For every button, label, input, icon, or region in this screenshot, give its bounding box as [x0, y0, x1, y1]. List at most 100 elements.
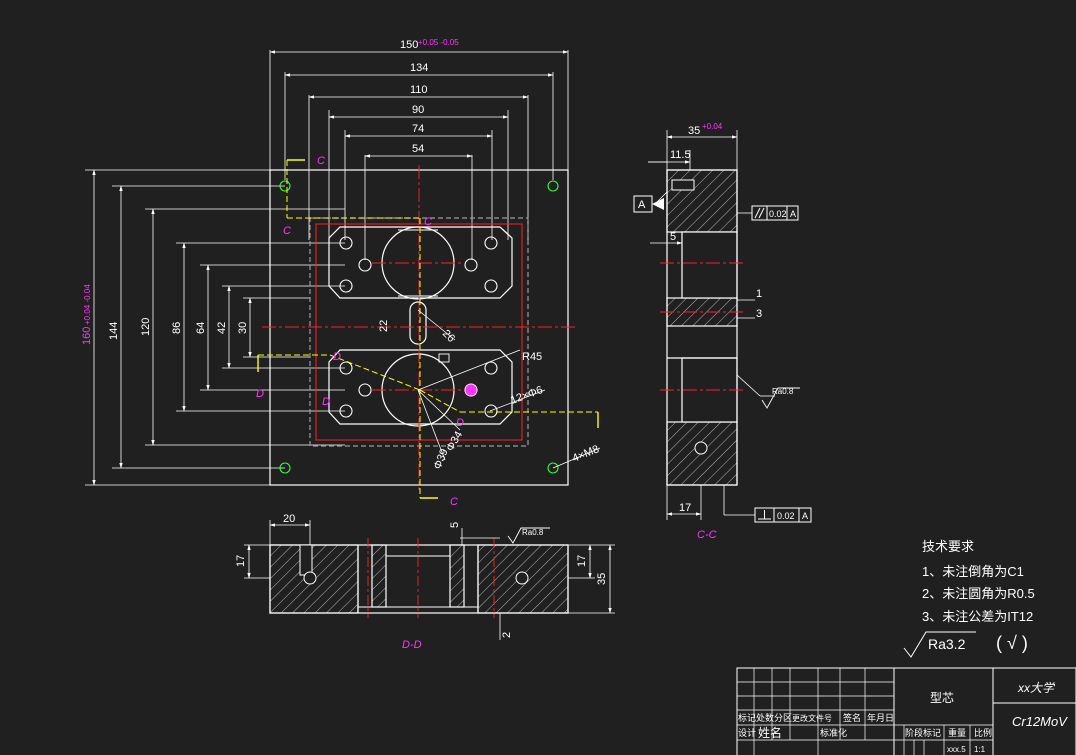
dim-r45: R45 [522, 351, 542, 363]
dim-86: 86 [171, 322, 183, 334]
label-c-mid: C [424, 216, 432, 228]
dd-right-hole [515, 571, 529, 585]
tb-date: 年月日 [867, 712, 894, 723]
dd-mid-left [371, 544, 387, 608]
dim-side-1: 1 [756, 288, 762, 300]
label-dd: D-D [402, 639, 422, 651]
side-pin-hole [694, 441, 708, 455]
dim-d34: Φ34 [444, 429, 465, 453]
label-d-right: D [456, 417, 464, 429]
highlight-hole [465, 384, 477, 396]
dim-160: 160 [81, 327, 93, 345]
dim-42: 42 [216, 322, 228, 334]
dim-side-35-tol: +0.04 [702, 122, 723, 131]
dim-side-11-5: 11.5 [670, 149, 691, 161]
side-view [633, 130, 812, 523]
notes-roughness-bracket: ( √ ) [996, 633, 1028, 653]
tb-sign: 签名 [843, 712, 861, 723]
main-view [85, 50, 601, 499]
tb-part-name: 型芯 [930, 691, 954, 705]
dimension-texts: 150 +0.05 -0.05 134 110 90 74 54 160 +0.… [81, 38, 762, 638]
tb-qty: 处数 [756, 712, 774, 723]
dim-side-5: 5 [670, 231, 676, 243]
dim-144: 144 [108, 322, 120, 340]
label-d-left: D [256, 388, 264, 400]
dim-54: 54 [412, 143, 424, 155]
label-d-mid2: D [322, 396, 330, 408]
section-line-d [258, 354, 598, 413]
tb-weight-value: xxx.5 [947, 745, 966, 754]
tb-weight: 重量 [948, 727, 966, 738]
side-screw-hole [671, 179, 695, 191]
label-c-left: C [283, 225, 291, 237]
dim-30: 30 [237, 322, 249, 334]
dim-110: 110 [410, 84, 428, 96]
tb-name: 姓名 [758, 725, 782, 740]
side-section-upper [666, 169, 738, 233]
notes-roughness: Ra3.2 [928, 636, 966, 652]
roughness-bottom: Ra0.8 [522, 528, 544, 537]
label-c-top: C [317, 155, 325, 167]
notes-title: 技术要求 [922, 539, 974, 554]
side-cavity-1 [681, 231, 738, 299]
technical-notes: 技术要求 1、未注倒角为C1 2、未注圆角为R0.5 3、未注公差为IT12 R… [922, 539, 1035, 653]
notes-item-3: 3、未注公差为IT12 [922, 609, 1033, 624]
dim-22: 22 [378, 320, 390, 332]
dim-side-3: 3 [756, 308, 762, 320]
datum-a-label: A [638, 199, 646, 211]
dim-160-tol: +0.04 -0.04 [83, 284, 92, 325]
dd-center-lines [367, 538, 495, 618]
dim-90: 90 [412, 104, 424, 116]
tb-mark: 标记 [738, 712, 756, 723]
center-slot [409, 301, 427, 345]
notes-item-2: 2、未注圆角为R0.5 [922, 586, 1035, 601]
dim-side-17: 17 [679, 502, 691, 514]
left-extension-lines [85, 169, 345, 486]
dd-left-counterbore [299, 544, 313, 576]
dim-side-35: 35 [688, 125, 700, 137]
dim-dd-17-left: 17 [235, 555, 247, 567]
tb-change: 更改文件号 [792, 713, 832, 723]
center-pin [438, 353, 450, 363]
dim-dd-2: 2 [501, 632, 513, 638]
cad-drawing-canvas: 150 +0.05 -0.05 134 110 90 74 54 160 +0.… [81, 38, 1076, 755]
dim-74: 74 [412, 123, 424, 135]
perp-datum: A [802, 511, 808, 521]
dim-d39: Φ39 [432, 447, 451, 471]
label-d-mid: D [333, 351, 341, 363]
tb-school: xx大学 [1017, 681, 1056, 695]
tb-standard: 标准化 [820, 727, 847, 738]
dim-150: 150 [400, 39, 418, 51]
roughness-side: Ra0.8 [772, 387, 794, 396]
perp-value: 0.02 [777, 511, 795, 521]
tb-zone: 分区 [774, 713, 792, 723]
dim-150-tol: +0.05 -0.05 [418, 38, 459, 47]
label-c-bottom: C [450, 496, 458, 508]
bottom-view [244, 520, 615, 640]
tb-material: Cr12MoV [1012, 714, 1068, 729]
dim-12-d6: 12×Φ6 [509, 384, 545, 407]
dim-dd-5: 5 [449, 522, 461, 528]
parallel-symbol [754, 207, 765, 219]
tolerance-texts: 0.02 A 0.02 A Ra0.8 Ra0.8 [522, 209, 808, 537]
dd-left-hole [303, 571, 317, 585]
parallel-datum: A [790, 209, 796, 219]
tb-stage: 阶段标记 [905, 727, 941, 738]
dim-120: 120 [140, 318, 152, 336]
tb-scale-value: 1:1 [974, 745, 986, 754]
datum-a-triangle [652, 198, 664, 210]
title-block-texts: 型芯 xx大学 Cr12MoV 标记 处数 分区 更改文件号 签名 年月日 设计… [738, 681, 1068, 754]
tb-design: 设计 [738, 727, 756, 738]
parallel-value: 0.02 [769, 209, 787, 219]
dim-dd-35: 35 [596, 573, 608, 585]
dd-mid-right [449, 544, 465, 608]
notes-item-1: 1、未注倒角为C1 [922, 564, 1024, 579]
section-line-c [286, 160, 421, 498]
dim-dd-20: 20 [283, 513, 295, 525]
dim-64: 64 [195, 322, 207, 334]
dim-4-m8: 4×M8 [571, 443, 601, 465]
label-cc: C-C [697, 529, 717, 541]
dim-134: 134 [410, 62, 428, 74]
tb-scale: 比例 [974, 727, 992, 738]
dim-dd-17-right: 17 [576, 555, 588, 567]
